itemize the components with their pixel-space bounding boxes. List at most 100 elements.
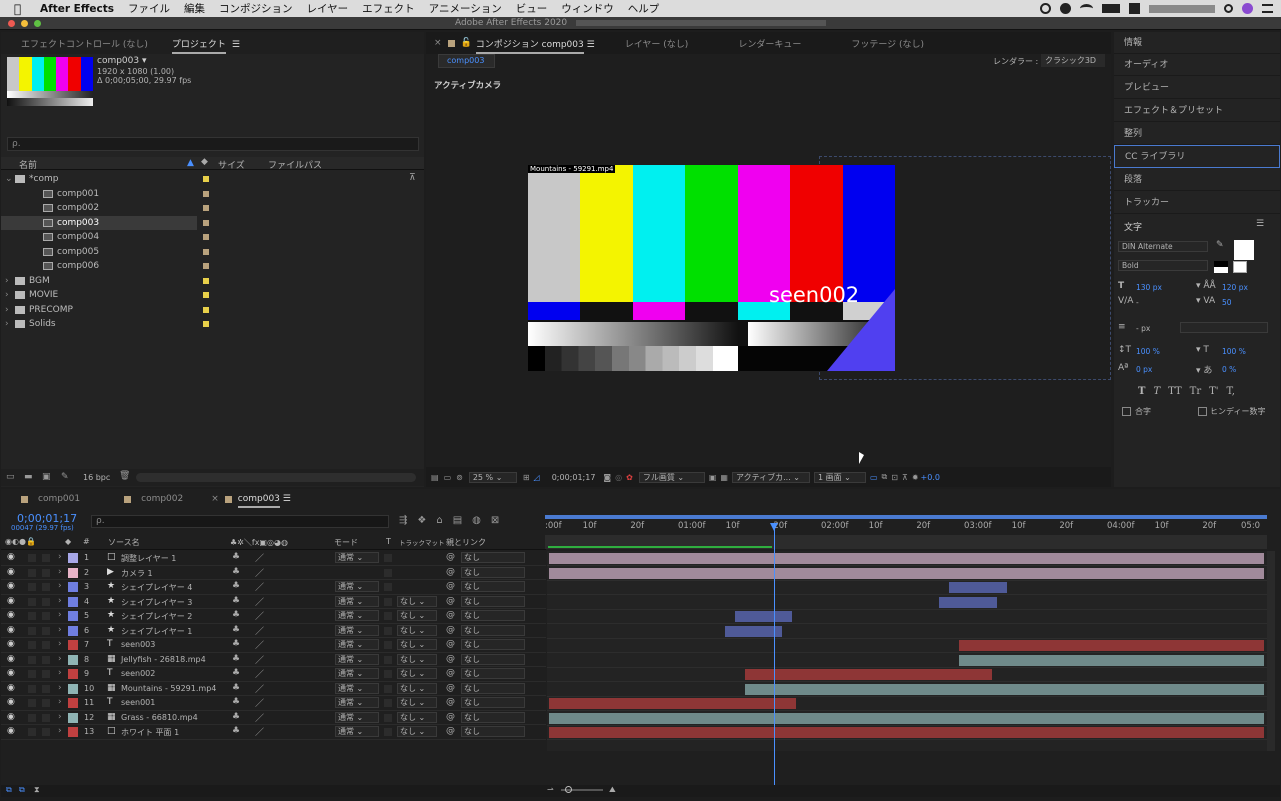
layer-name[interactable]: seen002 bbox=[121, 669, 155, 678]
parent-dropdown[interactable]: なし bbox=[461, 726, 525, 737]
close-tab-icon[interactable]: × bbox=[211, 494, 219, 504]
timeline-layer-row[interactable]: ◉ › 6 ★ シェイプレイヤー 1 ♣ ／ 通常 ⌄ なし ⌄ @ なし bbox=[1, 624, 546, 638]
solo-checkbox[interactable] bbox=[28, 568, 36, 577]
resolution-dropdown[interactable]: フル画質 ⌄ bbox=[638, 471, 705, 483]
expand-arrow-icon[interactable]: › bbox=[58, 552, 62, 562]
font-family-dropdown[interactable]: DIN Alternate bbox=[1118, 241, 1208, 252]
tsume-value[interactable]: 0 % bbox=[1222, 365, 1236, 374]
blend-mode-dropdown[interactable]: 通常 ⌄ bbox=[335, 653, 379, 665]
label-color-swatch[interactable] bbox=[203, 306, 209, 313]
pick-whip-icon[interactable]: @ bbox=[446, 697, 455, 707]
viewer-time[interactable]: 0;00;01;17 bbox=[552, 473, 596, 482]
minimize-window-button[interactable] bbox=[21, 20, 28, 27]
timeline-layer-row[interactable]: ◉ › 13 □ ホワイト 平面 1 ♣ ／ 通常 ⌄ なし ⌄ @ なし bbox=[1, 725, 546, 740]
disclosure-arrow-icon[interactable]: › bbox=[5, 317, 9, 331]
menu-app[interactable]: After Effects bbox=[40, 3, 114, 15]
layer-label-color[interactable] bbox=[68, 567, 78, 578]
adjust-project-settings-icon[interactable]: ✎ bbox=[61, 472, 69, 482]
panel-menu-icon[interactable]: ☰ bbox=[232, 40, 240, 50]
project-item[interactable]: ⌄ *comp bbox=[1, 172, 411, 186]
project-item[interactable]: comp006 bbox=[1, 259, 411, 273]
preserve-transparency-checkbox[interactable] bbox=[384, 641, 392, 649]
battery-icon[interactable] bbox=[1102, 4, 1120, 13]
solo-checkbox[interactable] bbox=[28, 641, 36, 649]
quality-switch-icon[interactable]: ／ bbox=[255, 624, 264, 637]
pick-whip-icon[interactable]: @ bbox=[446, 639, 455, 649]
playhead-handle[interactable] bbox=[769, 523, 778, 531]
lock-checkbox[interactable] bbox=[42, 568, 50, 577]
preserve-transparency-checkbox[interactable] bbox=[384, 612, 392, 620]
visibility-eye-icon[interactable]: ◉ bbox=[7, 668, 15, 678]
timeline-search-input[interactable]: ρ. bbox=[91, 515, 389, 528]
visibility-eye-icon[interactable]: ◉ bbox=[7, 683, 15, 693]
control-center-icon[interactable] bbox=[1262, 4, 1273, 13]
transparency-grid-icon[interactable]: ▦ bbox=[720, 473, 728, 482]
quality-switch-icon[interactable]: ／ bbox=[255, 609, 264, 622]
always-preview-icon[interactable]: ▤ bbox=[431, 473, 439, 482]
pick-whip-icon[interactable]: @ bbox=[446, 726, 455, 736]
parent-dropdown[interactable]: なし bbox=[461, 552, 525, 563]
layer-label-color[interactable] bbox=[68, 727, 78, 737]
layer-duration-bar[interactable] bbox=[939, 596, 997, 608]
comp-mini-flowchart-icon[interactable]: ⇶ bbox=[399, 515, 407, 526]
collapse-switch-icon[interactable]: ♣ bbox=[232, 712, 240, 722]
timeline-scrollbar[interactable] bbox=[1267, 551, 1275, 751]
track-matte-dropdown[interactable]: なし ⌄ bbox=[397, 682, 437, 694]
project-item[interactable]: › Solids bbox=[1, 317, 411, 331]
faux-bold-button[interactable]: T bbox=[1138, 386, 1145, 397]
collapse-switch-icon[interactable]: ♣ bbox=[232, 581, 240, 591]
font-size-value[interactable]: 130 px bbox=[1136, 283, 1162, 292]
panel-paragraph[interactable]: 段落 bbox=[1114, 169, 1280, 191]
solo-checkbox[interactable] bbox=[28, 655, 36, 664]
parent-dropdown[interactable]: なし bbox=[461, 566, 525, 578]
visibility-eye-icon[interactable]: ◉ bbox=[7, 726, 15, 736]
zoom-window-button[interactable] bbox=[34, 20, 41, 27]
zoom-in-icon[interactable]: ⛰ bbox=[609, 785, 616, 795]
collapse-switch-icon[interactable]: ♣ bbox=[232, 552, 240, 562]
layer-label-color[interactable] bbox=[68, 553, 78, 563]
no-color-swatch[interactable] bbox=[1233, 261, 1247, 273]
track-matte-dropdown[interactable]: なし ⌄ bbox=[397, 595, 437, 607]
collapse-switch-icon[interactable]: ♣ bbox=[232, 596, 240, 606]
parent-dropdown[interactable]: なし bbox=[461, 639, 525, 650]
playhead[interactable] bbox=[773, 523, 775, 787]
character-panel-menu-icon[interactable]: ☰ bbox=[1256, 219, 1264, 229]
tab-comp002[interactable]: comp002 bbox=[141, 494, 183, 504]
timeline-layer-row[interactable]: ◉ › 5 ★ シェイプレイヤー 2 ♣ ／ 通常 ⌄ なし ⌄ @ なし bbox=[1, 609, 546, 624]
track-matte-dropdown[interactable]: なし ⌄ bbox=[397, 624, 437, 636]
blend-mode-dropdown[interactable]: 通常 ⌄ bbox=[335, 639, 379, 650]
parent-dropdown[interactable]: なし bbox=[461, 711, 525, 723]
lock-checkbox[interactable] bbox=[42, 699, 50, 707]
exposure-icon[interactable]: ✹ bbox=[912, 473, 919, 482]
camera-view-dropdown[interactable]: アクティブカ... ⌄ bbox=[731, 471, 810, 483]
input-source-icon[interactable] bbox=[1129, 3, 1140, 14]
lock-checkbox[interactable] bbox=[42, 612, 50, 620]
quality-switch-icon[interactable]: ／ bbox=[255, 725, 264, 738]
panel-info[interactable]: 情報 bbox=[1114, 32, 1280, 54]
layer-duration-bar[interactable] bbox=[959, 654, 1264, 666]
track-matte-dropdown[interactable]: なし ⌄ bbox=[397, 726, 437, 737]
pick-whip-icon[interactable]: @ bbox=[446, 581, 455, 591]
visibility-eye-icon[interactable]: ◉ bbox=[7, 639, 15, 649]
layer-name[interactable]: シェイプレイヤー 4 bbox=[121, 582, 192, 593]
superscript-button[interactable]: T' bbox=[1209, 386, 1218, 397]
eyedropper-icon[interactable]: ✎ bbox=[1216, 240, 1224, 250]
blend-mode-dropdown[interactable]: 通常 ⌄ bbox=[335, 610, 379, 621]
preserve-transparency-checkbox[interactable] bbox=[384, 670, 392, 678]
pick-whip-icon[interactable]: @ bbox=[446, 668, 455, 678]
quality-switch-icon[interactable]: ／ bbox=[255, 580, 264, 593]
menu-layer[interactable]: レイヤー bbox=[306, 1, 348, 16]
sort-ascending-icon[interactable]: ▲ bbox=[187, 158, 194, 168]
visibility-eye-icon[interactable]: ◉ bbox=[7, 625, 15, 635]
pick-whip-icon[interactable]: @ bbox=[446, 712, 455, 722]
track-matte-dropdown[interactable]: なし ⌄ bbox=[397, 697, 437, 708]
track-matte-dropdown[interactable]: なし ⌄ bbox=[397, 639, 437, 650]
label-color-swatch[interactable] bbox=[203, 234, 209, 240]
all-caps-button[interactable]: TT bbox=[1168, 386, 1182, 397]
quality-switch-icon[interactable]: ／ bbox=[255, 682, 264, 695]
solo-checkbox[interactable] bbox=[28, 684, 36, 693]
quality-switch-icon[interactable]: ／ bbox=[255, 566, 264, 579]
quality-switch-icon[interactable]: ／ bbox=[255, 638, 264, 651]
label-color-swatch[interactable] bbox=[203, 292, 209, 298]
new-folder-icon[interactable]: ▬ bbox=[24, 472, 33, 482]
